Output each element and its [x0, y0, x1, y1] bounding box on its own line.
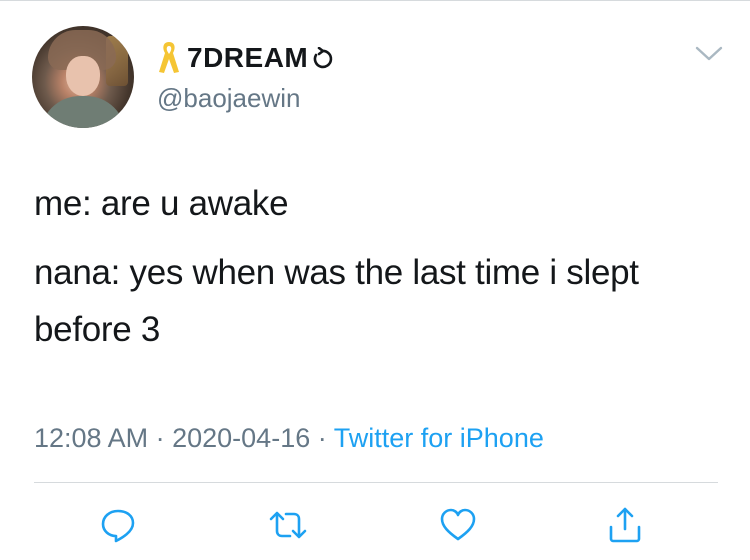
tweet-meta: 12:08 AM · 2020-04-16 · Twitter for iPho…	[34, 420, 544, 456]
reply-button[interactable]	[98, 505, 138, 545]
tweet-line: me: are u awake	[34, 184, 289, 223]
avatar-coat	[40, 96, 126, 128]
tweet-source-link[interactable]: Twitter for iPhone	[334, 423, 544, 453]
avatar-face	[66, 56, 100, 96]
divider	[34, 482, 718, 483]
share-button[interactable]	[605, 505, 645, 545]
tweet-line: nana: yes when was the last time i slept…	[34, 253, 639, 349]
retweet-icon	[269, 511, 307, 539]
chevron-down-icon[interactable]	[694, 44, 724, 64]
display-name: 7DREAM	[187, 42, 309, 73]
share-icon	[609, 507, 641, 543]
tweet-time[interactable]: 12:08 AM	[34, 423, 148, 453]
author-name-row[interactable]: 7DREAM	[157, 38, 334, 78]
tweet-date[interactable]: 2020-04-16	[172, 423, 310, 453]
meta-separator: ·	[155, 423, 165, 453]
user-handle[interactable]: @baojaewin	[157, 82, 300, 114]
meta-separator: ·	[317, 423, 327, 453]
like-button[interactable]	[438, 505, 478, 545]
tweet-text: me: are u awake nana: yes when was the l…	[34, 175, 714, 370]
retweet-button[interactable]	[268, 505, 308, 545]
reply-icon	[101, 509, 135, 543]
ribbon-icon	[159, 42, 179, 73]
top-border	[0, 0, 750, 1]
like-icon	[440, 508, 476, 541]
refresh-icon	[313, 47, 333, 69]
avatar[interactable]	[32, 26, 134, 128]
